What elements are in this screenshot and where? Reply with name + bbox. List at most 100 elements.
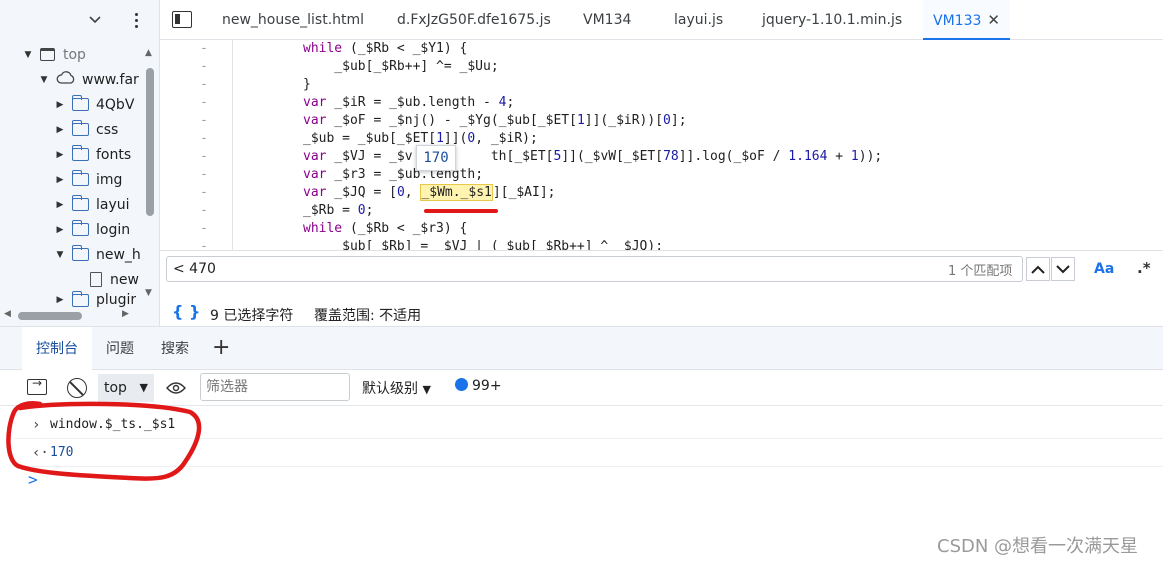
- cloud-icon: [56, 71, 76, 88]
- tree-folder[interactable]: ▶ img: [54, 167, 122, 192]
- more-options-icon[interactable]: [128, 8, 144, 32]
- editor-tab-bar: new_house_list.html d.FxJzG50F.dfe1675.j…: [160, 0, 1163, 40]
- tree-folder[interactable]: ▶ css: [54, 117, 118, 142]
- tree-item-label: login: [96, 221, 131, 238]
- chevron-up-icon: [1031, 265, 1045, 274]
- diff-marker: -: [200, 203, 208, 218]
- pretty-print-button[interactable]: { }: [172, 302, 200, 321]
- clear-console-icon[interactable]: [67, 378, 87, 398]
- filter-input[interactable]: 筛选器: [200, 373, 350, 401]
- code-line: - while (_$Rb < _$r3) {: [160, 220, 1163, 238]
- tree-item-top[interactable]: ▼ top: [22, 42, 86, 67]
- tab-issues[interactable]: 问题: [106, 327, 134, 371]
- code-text: _$ub[_$Rb++] ^= _$Uu;: [303, 59, 499, 74]
- folder-icon: [71, 291, 89, 307]
- diff-marker: -: [200, 149, 208, 164]
- console-toolbar: top ▼ 筛选器 默认级别 ▼ 99+: [0, 370, 1163, 406]
- tab-label: layui.js: [674, 12, 724, 28]
- code-editor[interactable]: - while (_$Rb < _$Y1) {- _$ub[_$Rb++] ^= …: [160, 40, 1163, 250]
- diff-marker: -: [200, 59, 208, 74]
- tree-item-label: fonts: [96, 146, 132, 163]
- tab-layui[interactable]: layui.js: [674, 0, 723, 40]
- search-input[interactable]: < 470: [166, 256, 1023, 282]
- caret-right-icon: ▶: [56, 295, 64, 305]
- tree-folder[interactable]: ▶ 4QbV: [54, 92, 134, 117]
- regex-button[interactable]: .*: [1137, 259, 1151, 277]
- folder-icon: [71, 120, 89, 136]
- tree-folder-open[interactable]: ▼ new_h: [54, 242, 141, 267]
- frame-icon: [40, 48, 55, 61]
- code-line: - var _$VJ = _$v th[_$ET[5]](_$vW[_$ET[78…: [160, 148, 1163, 166]
- caret-right-icon: ▶: [56, 199, 64, 210]
- console-result-value: 170: [50, 445, 74, 460]
- context-select[interactable]: top ▼: [98, 374, 154, 402]
- file-navigator: ▼ top ▼ www.far ▶ 4QbV ▶ css ▶ fonts ▶ i…: [0, 0, 160, 326]
- next-match-button[interactable]: [1051, 257, 1075, 281]
- code-line: - var _$oF = _$nj() - _$Yg(_$ub[_$ET[1]](…: [160, 112, 1163, 130]
- tree-item-label: new_h: [96, 246, 141, 263]
- diff-marker: -: [200, 167, 208, 182]
- log-level-select[interactable]: 默认级别 ▼: [362, 378, 431, 398]
- caret-right-icon: ▶: [56, 224, 64, 235]
- red-underline-annotation: [424, 209, 498, 213]
- tree-item-label: plugir: [96, 292, 137, 308]
- tree-item-domain[interactable]: ▼ www.far: [38, 67, 139, 92]
- code-line: -}: [160, 76, 1163, 94]
- caret-right-icon: ▶: [56, 124, 64, 135]
- vertical-scrollbar[interactable]: [146, 68, 154, 216]
- close-icon[interactable]: ✕: [987, 11, 1000, 29]
- toggle-navigator-icon[interactable]: [172, 11, 192, 28]
- add-tab-button[interactable]: +: [212, 335, 230, 361]
- scroll-left-icon[interactable]: ◀: [4, 309, 11, 319]
- show-sidebar-icon[interactable]: [27, 376, 47, 395]
- file-icon: [90, 272, 102, 287]
- scroll-right-icon[interactable]: ▶: [122, 309, 129, 319]
- tab-label: new_house_list.html: [222, 12, 365, 28]
- horizontal-scrollbar[interactable]: [18, 312, 82, 320]
- watermark: CSDN @想看一次满天星: [937, 536, 1139, 557]
- code-text: }: [303, 77, 311, 92]
- log-level-value: 默认级别: [362, 381, 418, 397]
- folder-icon: [71, 245, 89, 261]
- tab-label: VM133: [933, 13, 982, 29]
- tab-vm133[interactable]: VM133 ✕: [923, 0, 1010, 40]
- tab-search[interactable]: 搜索: [161, 327, 189, 371]
- tree-folder[interactable]: ▶ layui: [54, 192, 130, 217]
- eye-icon[interactable]: [166, 380, 186, 399]
- code-line: - while (_$Rb < _$Y1) {: [160, 40, 1163, 58]
- tree-folder[interactable]: ▶ plugir: [54, 291, 136, 309]
- tab-jquery[interactable]: jquery-1.10.1.min.js: [762, 0, 902, 40]
- tab-vm134[interactable]: VM134: [583, 0, 631, 40]
- tab-new-house-list[interactable]: new_house_list.html: [222, 0, 364, 40]
- tree-folder[interactable]: ▶ fonts: [54, 142, 131, 167]
- previous-match-button[interactable]: [1026, 257, 1050, 281]
- caret-right-icon: ▶: [56, 99, 64, 110]
- tree-file[interactable]: new: [84, 267, 139, 292]
- folder-icon: [71, 170, 89, 186]
- tab-console[interactable]: 控制台: [22, 327, 92, 371]
- code-line: - var _$r3 = _$ub.length;: [160, 166, 1163, 184]
- tab-label: d.FxJzG50F.dfe1675.js: [397, 12, 551, 28]
- chevron-down-icon[interactable]: [86, 11, 104, 29]
- caret-down-icon: ▼: [40, 74, 48, 85]
- code-text: var _$r3 = _$ub.length;: [303, 167, 484, 182]
- caret-down-icon: ▼: [24, 49, 32, 60]
- match-case-button[interactable]: Aa: [1094, 261, 1114, 277]
- message-icon: [455, 378, 468, 391]
- console-prompt[interactable]: >: [28, 470, 38, 489]
- scroll-up-icon[interactable]: ▲: [145, 48, 152, 58]
- tree-folder[interactable]: ▶ login: [54, 217, 130, 242]
- console-input-row: › window.$_ts._$s1: [14, 411, 1163, 439]
- scroll-down-icon[interactable]: ▼: [145, 288, 152, 298]
- context-value: top: [104, 380, 127, 396]
- tree-item-label: 4QbV: [96, 96, 135, 113]
- code-text: var _$JQ = [0, _$Wm._$s1][_$AI];: [303, 184, 556, 201]
- issues-badge[interactable]: 99+: [455, 378, 502, 394]
- tree-item-label: css: [96, 121, 119, 138]
- folder-icon: [71, 220, 89, 236]
- caret-down-icon: ▼: [139, 381, 148, 394]
- tab-d-fxjzg50f[interactable]: d.FxJzG50F.dfe1675.js: [397, 0, 551, 40]
- code-text: _$Rb = 0;: [303, 203, 374, 218]
- match-count: 1 个匹配项: [948, 264, 1013, 279]
- console-input-text: window.$_ts._$s1: [50, 417, 176, 432]
